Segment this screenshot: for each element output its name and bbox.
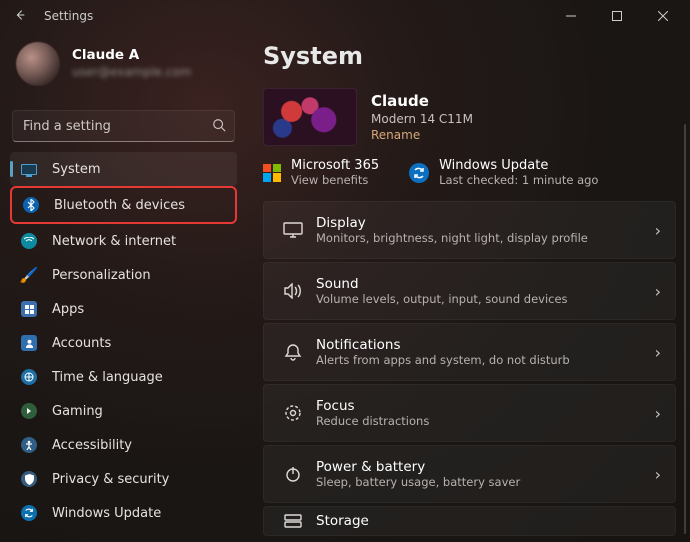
card-sub: Volume levels, output, input, sound devi… (316, 292, 655, 306)
card-notifications[interactable]: Notifications Alerts from apps and syste… (263, 323, 676, 381)
content-area: System Claude Modern 14 C11M Rename Micr… (247, 32, 690, 542)
window-title: Settings (44, 9, 548, 23)
card-label: Focus (316, 398, 655, 414)
nav-label: Network & internet (52, 234, 176, 249)
back-button[interactable] (12, 8, 28, 25)
nav-bluetooth[interactable]: Bluetooth & devices (10, 186, 237, 224)
wu-title: Windows Update (439, 158, 598, 173)
card-label: Storage (316, 513, 661, 529)
minimize-button[interactable] (548, 0, 594, 32)
scrollbar[interactable] (684, 124, 686, 534)
microsoft-365-link[interactable]: Microsoft 365 View benefits (263, 158, 379, 187)
card-sub: Monitors, brightness, night light, displ… (316, 231, 655, 245)
nav-list: System Bluetooth & devices Network & int… (10, 152, 237, 530)
storage-icon (276, 514, 310, 528)
maximize-button[interactable] (594, 0, 640, 32)
nav-label: Windows Update (52, 506, 161, 521)
chevron-right-icon: › (655, 282, 661, 301)
card-storage[interactable]: Storage (263, 506, 676, 536)
nav-label: System (52, 162, 100, 177)
gaming-icon (20, 402, 38, 420)
card-sound[interactable]: Sound Volume levels, output, input, soun… (263, 262, 676, 320)
nav-accessibility[interactable]: Accessibility (10, 428, 237, 462)
nav-label: Apps (52, 302, 84, 317)
device-name: Claude (371, 92, 473, 110)
nav-apps[interactable]: Apps (10, 292, 237, 326)
card-label: Notifications (316, 337, 655, 353)
nav-label: Accessibility (52, 438, 132, 453)
titlebar: Settings (0, 0, 690, 32)
card-focus[interactable]: Focus Reduce distractions › (263, 384, 676, 442)
card-label: Power & battery (316, 459, 655, 475)
settings-card-list: Display Monitors, brightness, night ligh… (263, 201, 676, 536)
card-sub: Reduce distractions (316, 414, 655, 428)
nav-gaming[interactable]: Gaming (10, 394, 237, 428)
update-sync-icon (409, 163, 429, 183)
nav-accounts[interactable]: Accounts (10, 326, 237, 360)
accessibility-icon (20, 436, 38, 454)
card-power[interactable]: Power & battery Sleep, battery usage, ba… (263, 445, 676, 503)
nav-network[interactable]: Network & internet (10, 224, 237, 258)
ms365-title: Microsoft 365 (291, 158, 379, 173)
windows-update-link[interactable]: Windows Update Last checked: 1 minute ag… (409, 158, 598, 187)
chevron-right-icon: › (655, 343, 661, 362)
chevron-right-icon: › (655, 404, 661, 423)
avatar (16, 42, 60, 86)
search-icon (212, 117, 226, 136)
device-model: Modern 14 C11M (371, 112, 473, 126)
card-sub: Alerts from apps and system, do not dist… (316, 353, 655, 367)
page-heading: System (263, 42, 676, 70)
update-sync-icon (20, 504, 38, 522)
nav-system[interactable]: System (10, 152, 237, 186)
close-button[interactable] (640, 0, 686, 32)
card-label: Display (316, 215, 655, 231)
rename-link[interactable]: Rename (371, 128, 473, 142)
bell-icon (276, 343, 310, 361)
profile-name: Claude A (72, 47, 191, 65)
nav-time[interactable]: Time & language (10, 360, 237, 394)
display-icon (276, 222, 310, 238)
profile-email: user@example.com (72, 65, 191, 81)
ms365-sub: View benefits (291, 173, 379, 187)
nav-personalization[interactable]: 🖌️ Personalization (10, 258, 237, 292)
clock-globe-icon (20, 368, 38, 386)
paintbrush-icon: 🖌️ (20, 266, 38, 284)
nav-label: Gaming (52, 404, 103, 419)
search-box[interactable] (12, 110, 235, 142)
person-icon (20, 334, 38, 352)
nav-label: Time & language (52, 370, 163, 385)
device-wallpaper-thumb (263, 88, 357, 146)
chevron-right-icon: › (655, 221, 661, 240)
nav-windows-update[interactable]: Windows Update (10, 496, 237, 530)
sidebar: Claude A user@example.com System Bluetoo… (0, 32, 247, 542)
wu-sub: Last checked: 1 minute ago (439, 173, 598, 187)
sound-icon (276, 283, 310, 299)
shield-icon (20, 470, 38, 488)
wifi-icon (20, 232, 38, 250)
card-display[interactable]: Display Monitors, brightness, night ligh… (263, 201, 676, 259)
profile-block[interactable]: Claude A user@example.com (10, 32, 237, 94)
bluetooth-icon (22, 196, 40, 214)
power-icon (276, 465, 310, 483)
microsoft-logo-icon (263, 164, 281, 182)
nav-label: Privacy & security (52, 472, 169, 487)
nav-label: Accounts (52, 336, 111, 351)
search-input[interactable] (23, 119, 212, 134)
card-sub: Sleep, battery usage, battery saver (316, 475, 655, 489)
nav-label: Bluetooth & devices (54, 198, 185, 213)
chevron-right-icon: › (655, 465, 661, 484)
nav-label: Personalization (52, 268, 151, 283)
nav-privacy[interactable]: Privacy & security (10, 462, 237, 496)
card-label: Sound (316, 276, 655, 292)
apps-icon (20, 300, 38, 318)
system-icon (20, 160, 38, 178)
focus-icon (276, 404, 310, 422)
device-summary: Claude Modern 14 C11M Rename (263, 88, 676, 146)
